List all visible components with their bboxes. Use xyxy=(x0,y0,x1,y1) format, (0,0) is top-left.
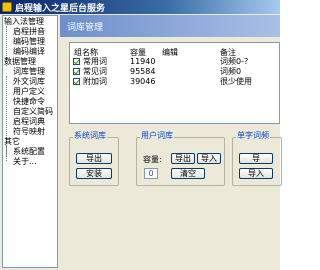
tree-item-other[interactable]: 其它 xyxy=(4,137,20,147)
dict-list: 组名称 容量 编辑 备注 常用词 11940 词频0-? 常见词 95584 词… xyxy=(69,42,280,124)
single-export-button[interactable]: 导 xyxy=(239,153,273,164)
tree-item-code-manage[interactable]: 编码管理 xyxy=(13,37,45,47)
app-window: 启程输入之星后台服务 输入法管理 启程拼音 编码管理 编码编译 数据管理 词库管… xyxy=(0,0,282,270)
system-export-button[interactable]: 导出 xyxy=(76,153,112,164)
system-dict-group: 系统词库 导出 安装 xyxy=(69,126,119,186)
tree-item-ime[interactable]: 输入法管理 xyxy=(4,17,44,27)
sidebar-tree: 输入法管理 启程拼音 编码管理 编码编译 数据管理 词库管理 外文词库 用户定义… xyxy=(2,15,58,268)
panel-header: 词库管理 xyxy=(60,15,280,37)
row-checkbox[interactable] xyxy=(73,58,80,65)
group-title: 用户词库 xyxy=(140,130,174,141)
capacity-label: 容量: xyxy=(143,155,162,164)
window-title: 启程输入之星后台服务 xyxy=(15,4,106,14)
row-capacity: 39046 xyxy=(130,77,156,86)
tree-item-dictionary[interactable]: 启程词典 xyxy=(13,117,45,127)
row-checkbox[interactable] xyxy=(73,68,80,75)
row-checkbox[interactable] xyxy=(73,78,80,85)
tree-connector xyxy=(6,146,7,161)
tree-item-sys-config[interactable]: 系统配置 xyxy=(13,147,45,157)
tree-item-shortcut[interactable]: 快捷命令 xyxy=(13,97,45,107)
row-capacity: 95584 xyxy=(130,67,156,76)
row-capacity: 11940 xyxy=(130,57,156,66)
row-name: 附加词 xyxy=(83,77,107,86)
row-name: 常见词 xyxy=(83,67,107,76)
row-note: 词频0-? xyxy=(220,57,249,66)
tree-item-user-def[interactable]: 用户定义 xyxy=(13,87,45,97)
row-note: 很少使用 xyxy=(220,77,252,86)
app-icon xyxy=(2,2,12,12)
group-title: 系统词库 xyxy=(73,130,107,141)
tree-item-foreign[interactable]: 外文词库 xyxy=(13,77,45,87)
user-dict-group: 用户词库 容量: 导出 导入 0 清空 xyxy=(136,126,225,186)
user-clear-button[interactable]: 清空 xyxy=(171,168,205,179)
tree-item-pinyin[interactable]: 启程拼音 xyxy=(13,27,45,37)
row-name: 常用词 xyxy=(83,57,107,66)
tree-item-about[interactable]: 关于... xyxy=(13,157,37,167)
tree-item-symbol-map[interactable]: 符号映射 xyxy=(13,127,45,137)
panel-title: 词库管理 xyxy=(67,23,104,33)
capacity-value-field[interactable]: 0 xyxy=(144,168,158,179)
tree-item-data[interactable]: 数据管理 xyxy=(4,57,36,67)
tree-item-custom-code[interactable]: 自定义简码 xyxy=(13,107,53,117)
group-title: 单字词频 xyxy=(236,130,270,141)
single-import-button[interactable]: 导入 xyxy=(239,168,273,179)
system-install-button[interactable]: 安装 xyxy=(76,168,112,179)
table-row[interactable]: 附加词 39046 很少使用 xyxy=(70,77,281,87)
single-char-group: 单字词频 导 导入 xyxy=(232,126,282,186)
user-export-button[interactable]: 导出 xyxy=(171,153,195,164)
tree-item-dict[interactable]: 词库管理 xyxy=(13,67,45,77)
main-panel: 词库管理 组名称 容量 编辑 备注 常用词 11940 词频0-? 常见词 95… xyxy=(60,15,282,268)
title-bar: 启程输入之星后台服务 xyxy=(0,0,280,14)
user-import-button[interactable]: 导入 xyxy=(197,153,221,164)
table-row[interactable]: 常见词 95584 词频0 xyxy=(70,67,281,77)
row-note: 词频0 xyxy=(220,67,242,76)
table-row[interactable]: 常用词 11940 词频0-? xyxy=(70,57,281,67)
tree-item-code-compile[interactable]: 编码编译 xyxy=(13,47,45,57)
